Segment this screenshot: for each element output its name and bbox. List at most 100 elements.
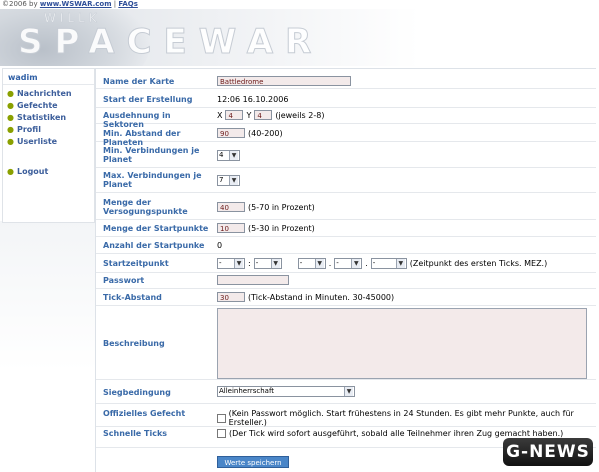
sidebar-background	[0, 221, 95, 471]
row-max-connections: Max. Verbindungen je Planet 7 ▼	[96, 168, 596, 193]
row-supply-points: Menge der Versogungspunkte 40 (5-70 in P…	[96, 195, 596, 220]
start-hour-select[interactable]: - ▼	[217, 258, 245, 269]
chevron-down-icon: ▼	[229, 176, 238, 185]
row-start-points: Menge der Startpunkte 10 (5-30 in Prozen…	[96, 221, 596, 237]
tick-hint: (Tick-Abstand in Minuten. 30-45000)	[248, 292, 395, 302]
row-start-time: Startzeitpunkt - ▼ : - ▼ - ▼ . - ▼ . - ▼ (Zei…	[96, 255, 596, 273]
max-connections-select[interactable]: 7 ▼	[217, 175, 240, 186]
bullet-icon: ●	[7, 167, 14, 176]
start-time-hint: (Zeitpunkt des ersten Ticks. MEZ.)	[409, 259, 548, 268]
start-minute-select[interactable]: - ▼	[253, 258, 282, 269]
row-map-name: Name der Karte Battledrome	[96, 75, 596, 89]
sidebar-item-label: Statistiken	[16, 113, 67, 122]
select-value: -	[299, 259, 303, 267]
description-textarea[interactable]	[217, 308, 587, 379]
map-settings-form: Name der Karte Battledrome Start der Ers…	[95, 68, 596, 472]
select-value: 4	[219, 151, 224, 159]
select-value: -	[336, 259, 339, 267]
chevron-down-icon: ▼	[270, 259, 280, 268]
label-start-points: Menge der Startpunkte	[103, 224, 209, 233]
label-description: Beschreibung	[103, 339, 165, 348]
start-count-value: 0	[217, 241, 223, 250]
header-banner: WILLK SPACEWAR	[0, 9, 599, 66]
label-supply-points: Menge der Versogungspunkte	[103, 198, 188, 216]
bullet-icon: ●	[7, 125, 14, 134]
sector-y-input[interactable]: 4	[254, 110, 273, 120]
sectors-hint: (jeweils 2-8)	[275, 110, 325, 120]
top-bar: ©2006 by www.WSWAR.com | FAQs	[0, 0, 599, 9]
tick-input[interactable]: 30	[217, 292, 245, 302]
label-created: Start der Erstellung	[103, 95, 193, 104]
row-password: Passwort	[96, 273, 596, 289]
fast-ticks-hint: (Der Tick wird sofort ausgeführt, sobald…	[229, 429, 564, 438]
row-min-connections: Min. Verbindungen je Planet 4 ▼	[96, 143, 596, 168]
date-separator: .	[365, 259, 368, 268]
faq-link[interactable]: FAQs	[118, 0, 138, 8]
supply-points-input[interactable]: 40	[217, 202, 245, 212]
chevron-down-icon: ▼	[351, 259, 361, 268]
start-points-input[interactable]: 10	[217, 223, 245, 233]
start-month-select[interactable]: - ▼	[334, 258, 363, 269]
fast-ticks-checkbox[interactable]	[217, 429, 226, 438]
bullet-icon: ●	[7, 137, 14, 146]
sidebar-item-label: Userliste	[16, 137, 58, 146]
bullet-icon: ●	[7, 101, 14, 110]
sidebar: wadim ● Nachrichten ● Gefechte ● Statistike…	[2, 68, 95, 223]
site-link[interactable]: www.WSWAR.com	[40, 0, 112, 8]
supply-points-hint: (5-70 in Prozent)	[248, 202, 315, 212]
row-tick: Tick-Abstand 30 (Tick-Abstand in Minuten…	[96, 289, 596, 306]
save-button[interactable]: Werte speichern	[217, 456, 289, 468]
chevron-down-icon: ▼	[314, 259, 324, 268]
password-input[interactable]	[217, 275, 289, 285]
select-value: -	[255, 259, 259, 267]
created-value: 12:06 16.10.2006	[217, 95, 289, 104]
label-map-name: Name der Karte	[103, 77, 175, 86]
start-year-select[interactable]: - ▼	[370, 258, 407, 269]
select-value: -	[372, 259, 376, 267]
y-label: Y	[246, 110, 252, 120]
label-official: Offizielles Gefecht	[103, 409, 186, 418]
sector-x-input[interactable]: 4	[225, 110, 244, 120]
sidebar-item-gefechte[interactable]: ● Gefechte	[3, 100, 94, 112]
label-start-count: Anzahl der Startpunke	[103, 241, 205, 250]
select-value: -	[219, 259, 222, 267]
planet-distance-hint: (40-200)	[248, 128, 283, 138]
sidebar-item-userliste[interactable]: ● Userliste	[3, 136, 94, 148]
label-password: Passwort	[103, 276, 145, 285]
chevron-down-icon: ▼	[344, 387, 353, 396]
sidebar-item-label: Gefechte	[16, 101, 58, 110]
label-min-connections: Min. Verbindungen je Planet	[103, 146, 200, 164]
map-name-input[interactable]: Battledrome	[217, 76, 351, 86]
chevron-down-icon: ▼	[229, 151, 238, 160]
bullet-icon: ●	[7, 113, 14, 122]
select-value: Alleinherrschaft	[219, 387, 275, 395]
row-start-count: Anzahl der Startpunke 0	[96, 237, 596, 254]
victory-select[interactable]: Alleinherrschaft ▼	[217, 386, 355, 397]
official-hint: (Kein Passwort möglich. Start frühestens…	[228, 409, 574, 427]
label-victory: Siegbedingung	[103, 388, 171, 397]
username: wadim	[3, 69, 94, 85]
row-sectors: Ausdehnung in Sektoren X 4 Y 4 (jeweils …	[96, 108, 596, 129]
label-start-time: Startzeitpunkt	[103, 259, 169, 268]
start-points-hint: (5-30 in Prozent)	[248, 223, 315, 233]
sidebar-item-profil[interactable]: ● Profil	[3, 124, 94, 136]
sidebar-item-statistiken[interactable]: ● Statistiken	[3, 112, 94, 124]
x-label: X	[217, 110, 223, 120]
date-separator: .	[328, 259, 332, 268]
planet-distance-input[interactable]: 90	[217, 128, 245, 138]
sidebar-item-label: Nachrichten	[16, 89, 72, 98]
row-planet-distance: Min. Abstand der Planeten 90 (40-200)	[96, 125, 596, 147]
row-victory: Siegbedingung Alleinherrschaft ▼	[96, 382, 596, 404]
time-separator: :	[248, 259, 251, 268]
sidebar-item-logout[interactable]: ● Logout	[3, 166, 94, 178]
min-connections-select[interactable]: 4 ▼	[217, 150, 240, 161]
start-day-select[interactable]: - ▼	[297, 258, 326, 269]
row-official: Offizielles Gefecht (Kein Passwort mögli…	[96, 405, 596, 427]
chevron-down-icon: ▼	[395, 259, 405, 268]
sidebar-item-nachrichten[interactable]: ● Nachrichten	[3, 88, 94, 100]
sidebar-item-label: Profil	[16, 125, 41, 134]
label-tick: Tick-Abstand	[103, 293, 162, 302]
separator: |	[113, 0, 117, 8]
official-checkbox[interactable]	[217, 413, 226, 423]
label-max-connections: Max. Verbindungen je Planet	[103, 171, 202, 189]
